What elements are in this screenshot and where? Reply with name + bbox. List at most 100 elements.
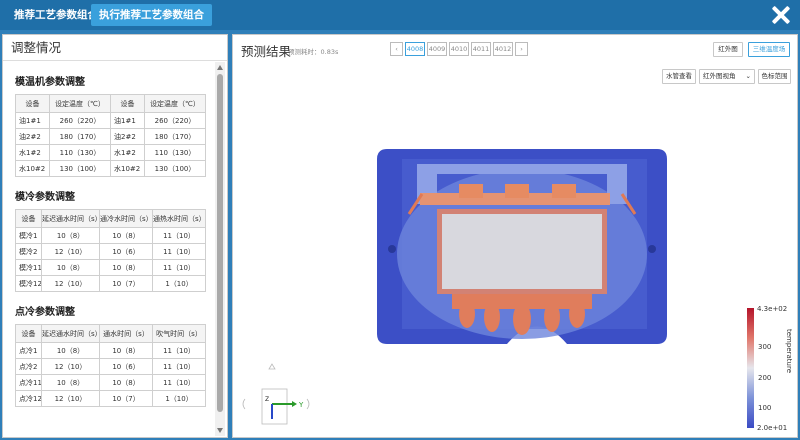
table-cell: 10（8） [99, 259, 153, 276]
table-cell: 模冷11 [15, 259, 42, 276]
close-icon[interactable] [770, 4, 792, 26]
view-angle-select[interactable]: 红外图视角 ⌄ [699, 69, 755, 84]
table-cell: 10（8） [99, 342, 153, 359]
table-cell: 油1#1 [15, 112, 50, 129]
chevron-left-icon[interactable]: ‹ [390, 42, 403, 56]
table-cell: 260（220） [144, 112, 206, 129]
colorbar: 4.3e+02 300 200 100 2.0e+01 temperature [747, 305, 793, 432]
colorbar-min: 2.0e+01 [757, 424, 787, 432]
table-row: 模冷1 10（8） 10（8） 11（10） [15, 227, 206, 244]
tab-execute-recommended[interactable]: 执行推荐工艺参数组合 [91, 4, 212, 26]
table-row: 模冷2 12（10） 10（6） 11（10） [15, 243, 206, 260]
table-cell: 12（10） [41, 390, 100, 407]
table-cell: 12（10） [41, 358, 100, 375]
chevron-down-icon: ⌄ [745, 72, 751, 80]
axis-z-label: Z [265, 396, 269, 403]
table-cell: 11（10） [152, 227, 206, 244]
table-header: 设定温度（℃） [49, 94, 111, 113]
table-cell: 10（8） [41, 374, 100, 391]
table-header: 设备 [15, 209, 42, 228]
table-cell: 180（170） [49, 128, 111, 145]
table-row: 点冷1 10（8） 10（8） 11（10） [15, 342, 206, 359]
table-cell: 11（10） [152, 374, 206, 391]
table-row: 点冷11 10（8） 10（8） 11（10） [15, 374, 206, 391]
table-cell: 10（7） [99, 275, 153, 292]
table-cell: 10（6） [99, 358, 153, 375]
scroll-thumb[interactable] [217, 74, 223, 412]
table-row: 点冷12 12（10） 10（7） 1（10） [15, 390, 206, 407]
table-cell: 点冷12 [15, 390, 42, 407]
3d-temperature-button[interactable]: 三维温度场 [748, 42, 790, 57]
table-cell: 模冷12 [15, 275, 42, 292]
table-header: 设定温度（℃） [144, 94, 206, 113]
table-cell: 260（220） [49, 112, 111, 129]
axes-triad[interactable]: Y Z [242, 363, 310, 425]
table-cell: 点冷11 [15, 374, 42, 391]
mold-cool-table: 设备 延迟通水时间（s） 通冷水时间（s） 通热水时间（s） 模冷1 10（8）… [15, 209, 206, 292]
table-cell: 10（8） [41, 227, 100, 244]
infrared-view-button[interactable]: 红外图 [713, 42, 743, 57]
step-button[interactable]: 4011 [471, 42, 491, 56]
thermal-viewport[interactable]: Y Z 4.3e+02 300 200 100 2.0e+01 temperat… [237, 89, 793, 433]
table-cell: 油2#2 [15, 128, 50, 145]
table-row: 油1#1 260（220） 油1#1 260（220） [15, 112, 206, 129]
app-window: 推荐工艺参数组合 执行推荐工艺参数组合 调整情况 模温机参数调整 设备 设定温度… [0, 0, 800, 440]
table-header-row: 设备 延迟通水时间（s） 通冷水时间（s） 通热水时间（s） [15, 209, 206, 228]
table-cell: 油1#1 [110, 112, 145, 129]
colorbar-tick: 200 [758, 374, 771, 382]
table-cell: 模冷1 [15, 227, 42, 244]
table-cell: 水10#2 [110, 160, 145, 177]
table-cell: 11（10） [152, 243, 206, 260]
view-angle-value: 红外图视角 [703, 72, 736, 80]
table-header: 设备 [110, 94, 145, 113]
table-header-row: 设备 延迟通水时间（s） 通水时间（s） 吹气时间（s） [15, 324, 206, 343]
section-title-spot-cool: 点冷参数调整 [15, 307, 75, 318]
table-cell: 10（7） [99, 390, 153, 407]
table-header: 通水时间（s） [99, 324, 153, 343]
table-row: 模冷12 12（10） 10（7） 1（10） [15, 275, 206, 292]
chevron-right-icon[interactable]: › [515, 42, 528, 56]
top-bar: 推荐工艺参数组合 执行推荐工艺参数组合 [0, 0, 800, 30]
table-header: 设备 [15, 94, 50, 113]
section-title-mold-temp: 模温机参数调整 [15, 77, 85, 88]
table-cell: 点冷2 [15, 358, 42, 375]
table-cell: 12（10） [41, 243, 100, 260]
table-row: 模冷11 10（8） 10（8） 11（10） [15, 259, 206, 276]
step-button[interactable]: 4009 [427, 42, 447, 56]
adjustment-panel: 调整情况 模温机参数调整 设备 设定温度（℃） 设备 设定温度（℃） 油1#1 … [2, 34, 228, 438]
table-header: 延迟通水时间（s） [41, 324, 100, 343]
colorbar-label: temperature [785, 329, 793, 373]
water-pipe-button[interactable]: 水管查看 [662, 69, 696, 84]
table-cell: 110（130） [144, 144, 206, 161]
section-title-mold-cool: 模冷参数调整 [15, 192, 75, 203]
table-cell: 180（170） [144, 128, 206, 145]
table-cell: 10（8） [41, 259, 100, 276]
elapsed-time: 预测耗时：0.83s [288, 48, 339, 56]
step-button[interactable]: 4012 [493, 42, 513, 56]
mold-temp-table: 设备 设定温度（℃） 设备 设定温度（℃） 油1#1 260（220） 油1#1… [15, 94, 206, 177]
table-cell: 11（10） [152, 259, 206, 276]
step-button[interactable]: 4008 [405, 42, 425, 56]
scroll-up-icon[interactable] [217, 65, 223, 70]
table-cell: 11（10） [152, 358, 206, 375]
prediction-panel: 预测结果 预测耗时：0.83s ‹ 4008 4009 4010 4011 40… [232, 34, 798, 438]
color-range-button[interactable]: 色标范围 [758, 69, 791, 84]
scroll-down-icon[interactable] [217, 428, 223, 433]
table-cell: 10（8） [41, 342, 100, 359]
spot-cool-table: 设备 延迟通水时间（s） 通水时间（s） 吹气时间（s） 点冷1 10（8） 1… [15, 324, 206, 407]
table-row: 点冷2 12（10） 10（6） 11（10） [15, 358, 206, 375]
colorbar-tick: 300 [758, 343, 771, 351]
table-cell: 110（130） [49, 144, 111, 161]
mold-model [377, 149, 667, 344]
table-cell: 12（10） [41, 275, 100, 292]
colorbar-tick: 100 [758, 404, 771, 412]
panel-title: 调整情况 [3, 35, 227, 61]
table-cell: 10（8） [99, 374, 153, 391]
table-cell: 130（100） [144, 160, 206, 177]
table-cell: 油2#2 [110, 128, 145, 145]
table-cell: 水10#2 [15, 160, 50, 177]
adjustment-scroll-area: 模温机参数调整 设备 设定温度（℃） 设备 设定温度（℃） 油1#1 260（2… [3, 62, 215, 436]
step-button[interactable]: 4010 [449, 42, 469, 56]
vertical-scrollbar[interactable] [215, 62, 225, 436]
table-row: 水10#2 130（100） 水10#2 130（100） [15, 160, 206, 177]
